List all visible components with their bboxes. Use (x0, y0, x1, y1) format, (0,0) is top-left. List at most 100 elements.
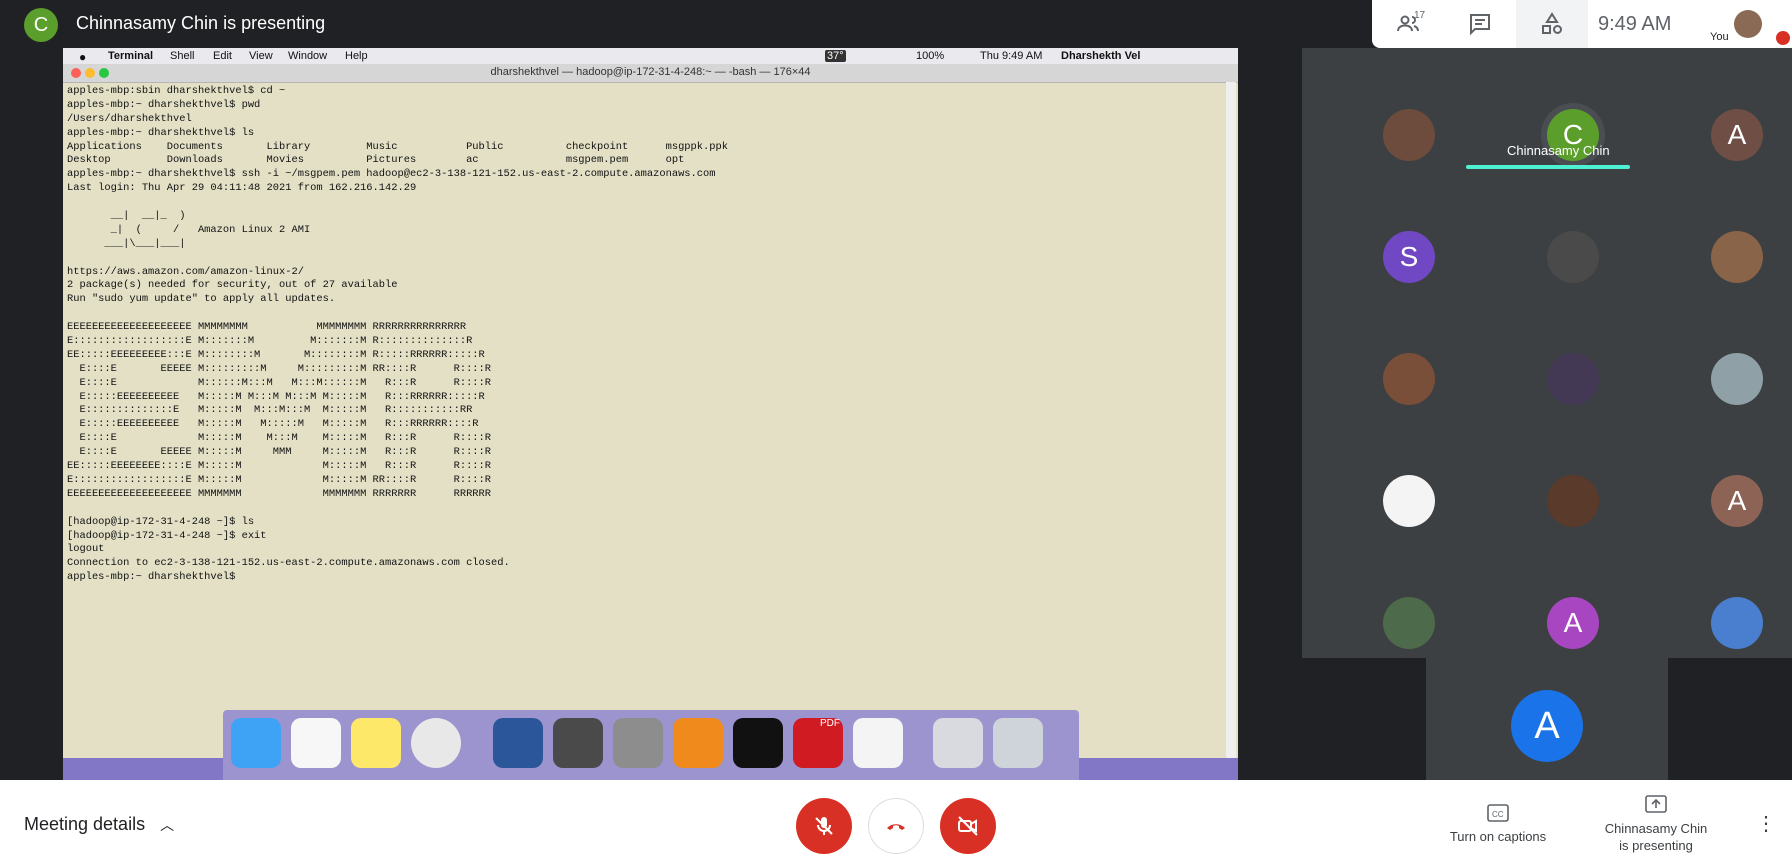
terminal-line: apples-mbp:~ dharshekthvel$ pwd (67, 98, 261, 111)
self-mic-off-icon (1776, 31, 1790, 45)
meeting-details-label: Meeting details (24, 814, 146, 834)
participant-tile[interactable] (1711, 353, 1763, 405)
presenter-avatar: C (24, 8, 58, 42)
active-speaker-indicator (1466, 165, 1630, 169)
terminal-line: E::::E EEEEE M:::::M MMM M:::::M R:::R R… (67, 446, 492, 459)
terminal-line: E::::E M::::::M:::M M:::M::::::M R:::R R… (67, 376, 492, 389)
terminal-line: EE:::::EEEEEEEEE:::E M::::::::M M:::::::… (67, 348, 485, 361)
presenting-label-line2: is presenting (1619, 838, 1693, 853)
terminal-line: https://aws.amazon.com/amazon-linux-2/ (67, 265, 304, 278)
presenting-label-line1: Chinnasamy Chin (1604, 821, 1708, 836)
svg-text:CC: CC (1492, 810, 1504, 819)
terminal-line: 2 package(s) needed for security, out of… (67, 279, 398, 292)
menu-terminal[interactable]: Terminal (108, 50, 153, 62)
participant-tile[interactable]: A (1711, 109, 1763, 161)
terminal-line: Desktop Downloads Movies Pictures ac msg… (67, 154, 685, 167)
presenter-title: Chinnasamy Chin is presenting (76, 13, 326, 33)
participant-tile[interactable] (1547, 353, 1599, 405)
presenting-label[interactable]: Chinnasamy Chin is presenting (1590, 820, 1722, 854)
participant-count: 17 (1414, 10, 1426, 21)
participant-tile[interactable] (1383, 475, 1435, 527)
chrome-app-shortcut-icon[interactable] (933, 718, 983, 768)
terminal-line: EE:::::EEEEEEEE::::E M:::::M M:::::M R::… (67, 460, 492, 473)
terminal-scrollbar[interactable] (1226, 82, 1236, 758)
active-speaker-name: Chinnasamy Chin (1507, 143, 1610, 158)
leave-call-button[interactable] (868, 798, 924, 854)
terminal-line: ___|\___|___| (67, 237, 186, 250)
pdf-app-icon[interactable]: PDF (793, 718, 843, 768)
vlc-icon[interactable] (673, 718, 723, 768)
utilities-icon[interactable] (613, 718, 663, 768)
participant-tile[interactable] (1383, 597, 1435, 649)
chat-button[interactable] (1444, 0, 1516, 48)
more-options-icon[interactable]: ⋮ (1756, 812, 1776, 836)
slack-icon[interactable] (853, 718, 903, 768)
clock: 9:49 AM (1598, 13, 1672, 35)
sublime-text-icon[interactable] (553, 718, 603, 768)
present-screen-icon (1645, 795, 1667, 813)
terminal-line: E::::E M:::::M M:::M M:::::M R:::R R::::… (67, 432, 492, 445)
terminal-line: E::::::::::::::::::E M:::::M M:::::M RR:… (67, 473, 492, 486)
terminal-line: [hadoop@ip-172-31-4-248 ~]$ exit (67, 529, 267, 542)
terminal-titlebar: dharshekthvel — hadoop@ip-172-31-4-248:~… (63, 64, 1238, 83)
terminal-line: apples-mbp:~ dharshekthvel$ ls (67, 126, 255, 139)
terminal-window[interactable]: dharshekthvel — hadoop@ip-172-31-4-248:~… (63, 64, 1238, 758)
terminal-app-icon[interactable] (733, 718, 783, 768)
participant-tile[interactable] (1711, 231, 1763, 283)
present-screen-button[interactable] (1644, 794, 1668, 814)
menu-edit[interactable]: Edit (213, 50, 232, 62)
battery-percent: 100% (916, 50, 945, 62)
menubar-datetime: Thu 9:49 AM (980, 50, 1043, 62)
menu-shell[interactable]: Shell (170, 50, 194, 62)
meeting-details-button[interactable]: Meeting details ︿ (24, 814, 174, 835)
self-label: You (1710, 31, 1729, 43)
terminal-line: Last login: Thu Apr 29 04:11:48 2021 fro… (67, 182, 417, 195)
terminal-line: _| ( / Amazon Linux 2 AMI (67, 223, 311, 236)
terminal-line: E::::::::::::::::::E M:::::::M M:::::::M… (67, 335, 473, 348)
word-icon[interactable] (493, 718, 543, 768)
terminal-line: Run "sudo yum update" to apply all updat… (67, 293, 336, 306)
terminal-line: E::::E EEEEE M:::::::::M M:::::::::M RR:… (67, 362, 492, 375)
captions-label[interactable]: Turn on captions (1436, 829, 1560, 844)
terminal-line: Connection to ec2-3-138-121-152.us-east-… (67, 557, 510, 570)
people-button[interactable]: 17 (1372, 0, 1444, 48)
participant-tile[interactable]: A (1547, 597, 1599, 649)
trash-icon[interactable] (993, 718, 1043, 768)
terminal-line: EEEEEEEEEEEEEEEEEEEE MMMMMMMM MMMMMMMM R… (67, 321, 467, 334)
participant-tile[interactable] (1547, 231, 1599, 283)
camera-toggle-button[interactable] (940, 798, 996, 854)
terminal-line: [hadoop@ip-172-31-4-248 ~]$ ls (67, 515, 255, 528)
self-avatar (1734, 10, 1762, 38)
participant-tile[interactable] (1547, 475, 1599, 527)
terminal-line: apples-mbp:sbin dharshekthvel$ cd ~ (67, 85, 286, 97)
hang-up-icon (887, 824, 905, 830)
camera-off-icon (958, 816, 978, 836)
participant-tile[interactable] (1383, 109, 1435, 161)
menu-help[interactable]: Help (345, 50, 368, 62)
chrome-icon[interactable] (411, 718, 461, 768)
participant-tile[interactable] (1711, 597, 1763, 649)
mic-off-icon (815, 817, 833, 835)
menu-view[interactable]: View (249, 50, 273, 62)
terminal-line: apples-mbp:~ dharshekthvel$ (67, 571, 242, 584)
participant-tile[interactable] (1383, 353, 1435, 405)
participant-tile[interactable]: A (1711, 475, 1763, 527)
participant-tile[interactable]: S (1383, 231, 1435, 283)
music-icon[interactable] (291, 718, 341, 768)
captions-button[interactable]: CC (1486, 803, 1510, 823)
mic-toggle-button[interactable] (796, 798, 852, 854)
terminal-output[interactable]: apples-mbp:sbin dharshekthvel$ cd ~ apple… (67, 85, 1222, 755)
notes-icon[interactable] (351, 718, 401, 768)
shapes-icon (1542, 12, 1562, 34)
menu-window[interactable]: Window (288, 50, 327, 62)
mac-dock: PDF (223, 710, 1079, 780)
finder-icon[interactable] (231, 718, 281, 768)
captions-icon: CC (1487, 804, 1509, 822)
activities-button[interactable] (1516, 0, 1588, 48)
terminal-line: /Users/dharshekthvel (67, 112, 192, 125)
terminal-line: apples-mbp:~ dharshekthvel$ ssh -i ~/msg… (67, 168, 716, 181)
terminal-title: dharshekthvel — hadoop@ip-172-31-4-248:~… (490, 66, 811, 78)
chat-icon (1470, 14, 1490, 36)
